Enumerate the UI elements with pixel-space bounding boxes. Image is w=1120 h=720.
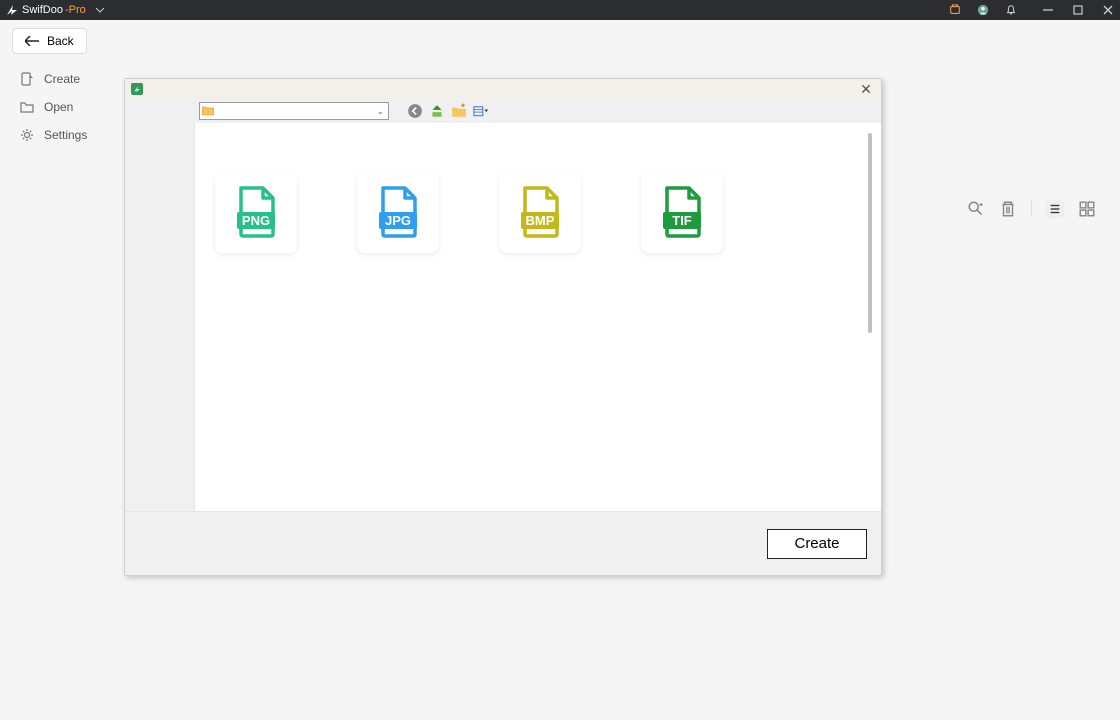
app-logo-icon	[6, 4, 18, 16]
folder-icon	[202, 106, 214, 116]
list-view-icon[interactable]	[1046, 200, 1064, 218]
maximize-button[interactable]	[1072, 4, 1084, 16]
dialog-footer: Create	[125, 511, 881, 575]
sidebar-item-label: Create	[44, 72, 80, 86]
titlebar: SwifDoo -Pro	[0, 0, 1120, 20]
file-type-icon: BMP	[517, 186, 563, 238]
app-title: SwifDoo -Pro	[22, 4, 86, 16]
sidebar: Create Open Settings	[16, 65, 126, 149]
search-icon[interactable]	[967, 200, 985, 218]
titlebar-left: SwifDoo -Pro	[6, 4, 104, 16]
user-icon[interactable]	[976, 3, 990, 17]
svg-text:TIF: TIF	[672, 213, 692, 228]
dialog-header: ✕	[125, 79, 881, 99]
sidebar-item-open[interactable]: Open	[16, 93, 126, 121]
view-toolbar	[967, 200, 1096, 218]
file-type-icon: JPG	[375, 186, 421, 238]
sidebar-item-create[interactable]: Create	[16, 65, 126, 93]
window-controls	[1042, 4, 1114, 16]
bell-icon[interactable]	[1004, 3, 1018, 17]
titlebar-right	[948, 3, 1114, 17]
back-label: Back	[47, 34, 74, 48]
file-type-icon: TIF	[659, 186, 705, 238]
file-type-icon: PNG	[233, 186, 279, 238]
view-menu-icon[interactable]	[473, 103, 489, 119]
scrollbar-thumb[interactable]	[868, 133, 872, 333]
dialog-places-panel	[125, 123, 195, 511]
file-card-bmp[interactable]: BMP	[499, 171, 581, 253]
gear-icon	[20, 128, 34, 142]
sidebar-item-label: Settings	[44, 128, 87, 142]
app-title-suffix: -Pro	[65, 4, 86, 16]
grid-view-icon[interactable]	[1078, 200, 1096, 218]
toolbar-divider	[1031, 201, 1032, 217]
sidebar-item-settings[interactable]: Settings	[16, 121, 126, 149]
open-folder-icon	[20, 100, 34, 114]
sidebar-item-label: Open	[44, 100, 73, 114]
file-dialog: ✕ ⌄ PNG	[124, 78, 882, 576]
close-button[interactable]	[1102, 4, 1114, 16]
up-folder-icon[interactable]	[429, 103, 445, 119]
create-button-label: Create	[794, 535, 839, 552]
dialog-toolbar: ⌄	[125, 99, 881, 123]
nav-back-icon[interactable]	[407, 103, 423, 119]
file-card-jpg[interactable]: JPG	[357, 171, 439, 253]
new-folder-icon[interactable]	[451, 103, 467, 119]
dialog-file-area[interactable]: PNG JPG BMP TIF	[195, 123, 873, 511]
trash-icon[interactable]	[999, 200, 1017, 218]
svg-text:JPG: JPG	[385, 213, 411, 228]
svg-text:PNG: PNG	[242, 213, 270, 228]
minimize-button[interactable]	[1042, 4, 1054, 16]
back-arrow-icon	[25, 36, 39, 46]
dialog-body: PNG JPG BMP TIF	[125, 123, 881, 511]
file-grid: PNG JPG BMP TIF	[195, 123, 873, 301]
back-button[interactable]: Back	[12, 28, 87, 54]
dialog-close-icon[interactable]: ✕	[859, 82, 873, 96]
app-title-brand: SwifDoo	[22, 4, 63, 16]
create-icon	[20, 72, 34, 86]
dialog-app-icon	[131, 83, 143, 95]
cart-icon[interactable]	[948, 3, 962, 17]
combobox-chevron-icon: ⌄	[376, 106, 386, 117]
path-combobox[interactable]: ⌄	[199, 102, 389, 120]
file-card-png[interactable]: PNG	[215, 171, 297, 253]
create-button[interactable]: Create	[767, 529, 867, 559]
titlebar-menu-chevron-icon[interactable]	[96, 4, 104, 16]
file-card-tif[interactable]: TIF	[641, 171, 723, 253]
svg-text:BMP: BMP	[526, 213, 555, 228]
